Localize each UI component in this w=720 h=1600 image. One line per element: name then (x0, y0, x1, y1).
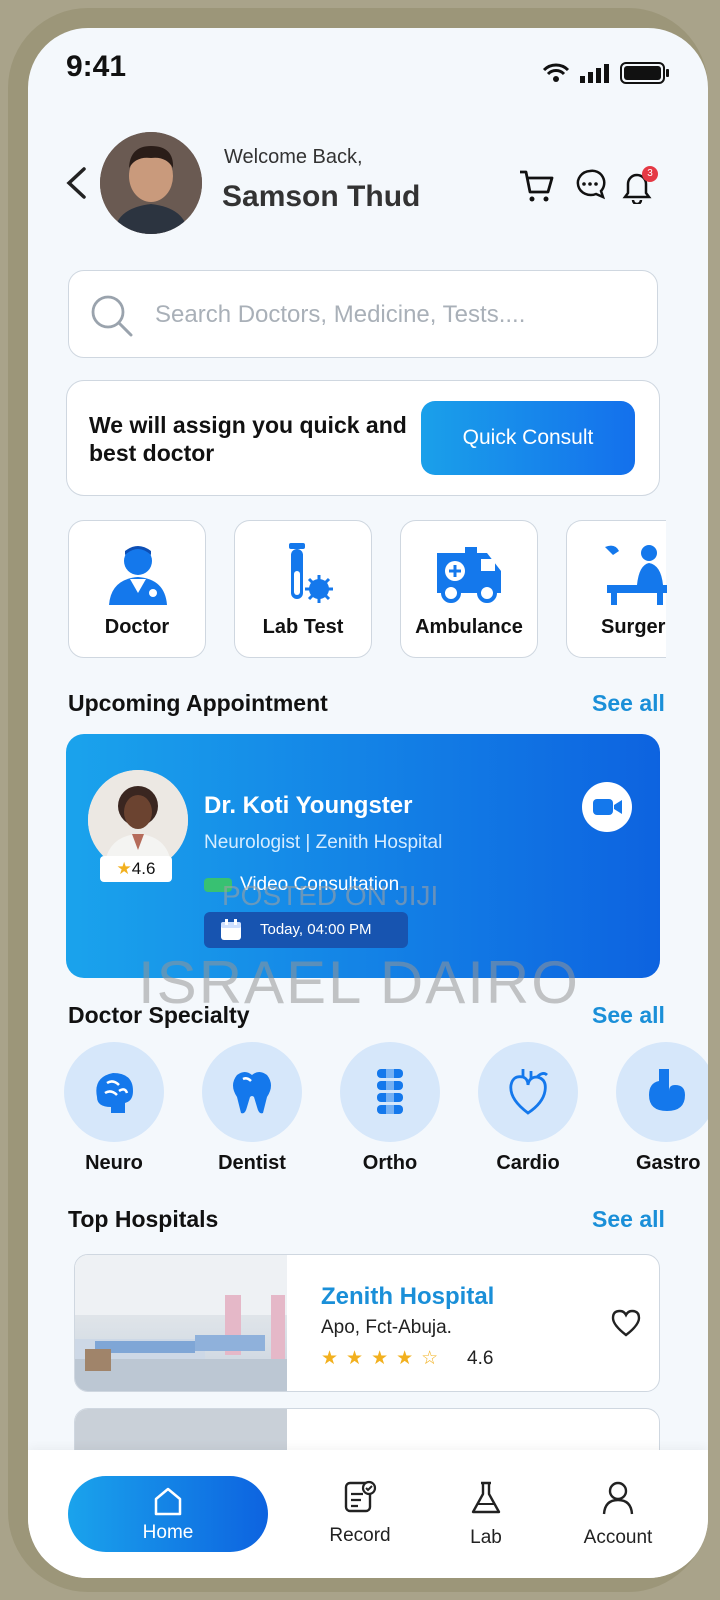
nav-record-label: Record (329, 1525, 391, 1546)
specialty-label: Neuro (85, 1152, 143, 1174)
watermark-posted: POSTED ON JIJI (222, 880, 439, 911)
status-icons (542, 62, 670, 84)
app-screen: 9:41 Welcome Back, Samson Thud 3 Search … (28, 28, 708, 1578)
service-label: Doctor (104, 616, 170, 638)
account-icon (602, 1481, 634, 1515)
record-icon (344, 1480, 377, 1513)
calendar-icon (221, 919, 241, 940)
specialty-icon-bg (340, 1042, 440, 1142)
specialty-icon-bg (202, 1042, 302, 1142)
phone-frame: 9:41 Welcome Back, Samson Thud 3 Search … (8, 8, 708, 1592)
hospital-name: Zenith Hospital (321, 1283, 495, 1310)
quick-consult-card: We will assign you quick and best doctor… (66, 380, 660, 496)
search-icon (91, 295, 133, 337)
appointment-card[interactable]: ★4.6 Dr. Koti Youngster Neurologist | Ze… (66, 734, 660, 978)
service-label: Lab Test (262, 616, 344, 638)
service-ambulance[interactable]: Ambulance (400, 520, 538, 658)
video-call-button[interactable] (582, 782, 632, 832)
video-camera-icon (593, 799, 622, 815)
appointment-time-label: Today, 04:00 PM (260, 921, 372, 938)
welcome-text: Welcome Back, (224, 146, 363, 168)
specialty-dentist[interactable]: Dentist (202, 1042, 302, 1175)
flask-icon (471, 1481, 501, 1514)
doctor-rating: ★4.6 (100, 856, 172, 882)
chevron-left-icon (66, 167, 86, 199)
nav-account[interactable]: Account (568, 1480, 668, 1549)
stomach-icon (649, 1069, 685, 1111)
hospital-ward-icon (75, 1255, 287, 1391)
doctor-photo-icon (88, 770, 188, 870)
service-label: Ambulance (415, 616, 523, 638)
chat-icon (576, 169, 606, 200)
nav-record[interactable]: Record (310, 1480, 410, 1547)
chat-button[interactable] (574, 168, 606, 205)
specialty-cardio[interactable]: Cardio (478, 1042, 578, 1175)
hospital-stars: ★★★★☆ (321, 1348, 447, 1369)
wifi-icon (542, 63, 570, 82)
star-icon: ★ (116, 859, 132, 878)
service-label: Surger (601, 616, 666, 638)
surgery-icon (605, 545, 667, 605)
test-tube-icon (289, 543, 333, 603)
avatar[interactable] (100, 132, 202, 234)
back-button[interactable] (64, 166, 88, 207)
specialty-label: Cardio (496, 1152, 560, 1174)
search-input[interactable]: Search Doctors, Medicine, Tests.... (68, 270, 658, 358)
specialty-neuro[interactable]: Neuro (64, 1042, 164, 1175)
upcoming-appointment-title: Upcoming Appointment (68, 690, 328, 716)
quick-consult-button[interactable]: Quick Consult (421, 401, 635, 475)
specialty-icon-bg (616, 1042, 708, 1142)
nav-account-label: Account (583, 1527, 653, 1548)
service-lab-test[interactable]: Lab Test (234, 520, 372, 658)
hospital-location: Apo, Fct-Abuja. (321, 1317, 452, 1338)
spine-icon (377, 1069, 403, 1114)
signal-icon (580, 64, 609, 83)
quick-consult-text: We will assign you quick and best doctor (89, 412, 407, 466)
specialty-see-all-link[interactable]: See all (592, 1002, 665, 1029)
specialty-ortho[interactable]: Ortho (340, 1042, 440, 1175)
doctor-specialty: Neurologist | Zenith Hospital (204, 832, 443, 853)
battery-icon (620, 62, 669, 84)
nav-home-label: Home (142, 1522, 194, 1543)
bottom-nav: Home Record Lab Account (28, 1450, 708, 1578)
tooth-icon (233, 1072, 271, 1114)
specialty-icon-bg (64, 1042, 164, 1142)
doctor-avatar (88, 770, 188, 870)
heart-icon (611, 1309, 641, 1337)
hospital-card[interactable]: Zenith Hospital Apo, Fct-Abuja. ★★★★☆ 4.… (74, 1254, 660, 1392)
cart-icon (520, 170, 554, 202)
specialty-label: Ortho (362, 1152, 418, 1174)
specialty-gastro[interactable]: Gastro (616, 1042, 708, 1175)
nav-home[interactable]: Home (68, 1476, 268, 1552)
specialty-icon-bg (478, 1042, 578, 1142)
appointment-see-all-link[interactable]: See all (592, 690, 665, 717)
search-placeholder: Search Doctors, Medicine, Tests.... (155, 301, 526, 328)
brain-icon (96, 1073, 133, 1113)
favorite-button[interactable] (611, 1309, 641, 1342)
home-icon (154, 1487, 182, 1516)
specialty-label: Gastro (636, 1152, 701, 1174)
doctor-specialty-title: Doctor Specialty (68, 1002, 250, 1028)
service-doctor[interactable]: Doctor (68, 520, 206, 658)
hospital-rating: 4.6 (467, 1348, 494, 1369)
specialty-label: Dentist (218, 1152, 286, 1174)
notification-button[interactable]: 3 (622, 166, 658, 209)
service-surgery[interactable]: Surger (566, 520, 667, 658)
hospitals-see-all-link[interactable]: See all (592, 1206, 665, 1233)
doctor-name: Dr. Koti Youngster (204, 792, 413, 819)
notification-badge: 3 (642, 166, 658, 182)
cart-button[interactable] (518, 168, 554, 209)
ambulance-icon (437, 547, 501, 603)
heart-organ-icon (509, 1069, 548, 1115)
nav-lab[interactable]: Lab (436, 1480, 536, 1549)
user-photo-icon (100, 132, 202, 234)
top-hospitals-title: Top Hospitals (68, 1206, 219, 1232)
status-time: 9:41 (66, 50, 127, 83)
doctor-rating-value: 4.6 (131, 859, 156, 878)
nav-lab-label: Lab (470, 1527, 502, 1548)
user-name: Samson Thud (222, 180, 421, 213)
doctor-icon (109, 546, 167, 605)
appointment-time: Today, 04:00 PM (204, 912, 408, 948)
hospital-image (75, 1255, 287, 1391)
